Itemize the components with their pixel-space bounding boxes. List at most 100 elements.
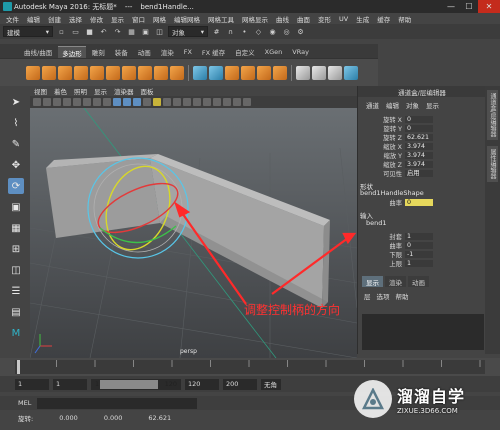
animation-start-field[interactable]: 1	[15, 378, 49, 390]
select-object-icon[interactable]: ▣	[140, 26, 151, 37]
menu-curves[interactable]: 曲线	[276, 14, 289, 24]
open-scene-icon[interactable]: ▭	[70, 26, 81, 37]
perspective-viewport[interactable]: persp	[30, 108, 357, 358]
film-gate-icon[interactable]	[93, 98, 101, 106]
panel-menu-shading[interactable]: 着色	[54, 86, 67, 96]
uv-editor-icon[interactable]	[344, 65, 358, 80]
cb-menu-channels[interactable]: 通道	[366, 100, 379, 110]
menu-surfaces[interactable]: 曲面	[297, 14, 310, 24]
separate-icon[interactable]	[209, 65, 223, 80]
shelf-tab-sculpting[interactable]: 雕刻	[87, 46, 109, 58]
bookmark-icon[interactable]	[43, 98, 51, 106]
textured-icon[interactable]	[143, 98, 151, 106]
backface-icon[interactable]	[233, 98, 241, 106]
ipr-render-icon[interactable]: ◎	[281, 26, 292, 37]
playback-end-field[interactable]: 120	[185, 378, 219, 390]
menu-mesh[interactable]: 网格	[153, 14, 166, 24]
move-tool-icon[interactable]: ✥	[8, 157, 24, 173]
poly-pipe-icon[interactable]	[170, 65, 184, 80]
layer-menu-help[interactable]: 帮助	[396, 291, 409, 301]
minimize-button[interactable]: —	[442, 0, 460, 13]
attr-value[interactable]: 62.621	[405, 133, 433, 141]
shelf-tab-fx-caching[interactable]: FX 缓存	[197, 46, 230, 58]
grid-toggle-icon[interactable]	[83, 98, 91, 106]
panel-menu-lighting[interactable]: 照明	[74, 86, 87, 96]
shape-node-name[interactable]: bend1HandleShape	[360, 189, 424, 197]
layout-two-icon[interactable]: ◫	[8, 262, 24, 278]
side-tab-channel-box[interactable]: 通道盒/层编辑器	[487, 90, 498, 141]
poly-platonic-icon[interactable]	[138, 65, 152, 80]
use-lights-icon[interactable]	[153, 98, 161, 106]
save-scene-icon[interactable]: ■	[84, 26, 95, 37]
selection-mask-dropdown[interactable]: 对象 ▾	[168, 26, 208, 37]
attr-row[interactable]: 缩放 X 3.974	[358, 142, 486, 151]
panel-menu-show[interactable]: 显示	[94, 86, 107, 96]
attr-value[interactable]: 3.974	[405, 142, 433, 150]
quad-draw-icon[interactable]	[328, 65, 342, 80]
poly-pyramid-icon[interactable]	[154, 65, 168, 80]
smooth-shade-icon[interactable]	[123, 98, 131, 106]
poly-cylinder-icon[interactable]	[58, 65, 72, 80]
attr-value[interactable]: 1	[405, 259, 433, 267]
attr-row[interactable]: 曲率 0	[358, 241, 486, 250]
menu-deform[interactable]: 变形	[318, 14, 331, 24]
camera-attrs-icon[interactable]	[33, 98, 41, 106]
animation-end-field[interactable]: 200	[223, 378, 257, 390]
poly-torus-icon[interactable]	[90, 65, 104, 80]
menu-edit[interactable]: 编辑	[27, 14, 40, 24]
shelf-tab-xgen[interactable]: XGen	[260, 46, 287, 58]
layer-tab-display[interactable]: 显示	[362, 276, 383, 287]
layer-list[interactable]	[362, 314, 484, 350]
mel-label[interactable]: MEL	[18, 399, 31, 407]
attr-value[interactable]: 0	[405, 124, 433, 132]
panel-menu-panels[interactable]: 面板	[141, 86, 154, 96]
range-slider-handle[interactable]	[100, 379, 158, 389]
xray-icon[interactable]	[213, 98, 221, 106]
shelf-tab-custom[interactable]: 自定义	[231, 46, 259, 58]
layout-graph-icon[interactable]: ▤	[8, 304, 24, 320]
redo-icon[interactable]: ↷	[112, 26, 123, 37]
anti-alias-icon[interactable]	[193, 98, 201, 106]
shadows-icon[interactable]	[163, 98, 171, 106]
poly-cone-icon[interactable]	[74, 65, 88, 80]
menu-mesh-display[interactable]: 网格显示	[242, 14, 268, 24]
attr-row[interactable]: 可见性 启用	[358, 169, 486, 178]
attr-row[interactable]: 上限 1	[358, 259, 486, 268]
layout-four-icon[interactable]: ⊞	[8, 241, 24, 257]
shelf-tab-vray[interactable]: VRay	[288, 46, 313, 58]
layer-tab-render[interactable]: 渲染	[385, 276, 406, 287]
poly-cube-icon[interactable]	[42, 65, 56, 80]
target-weld-icon[interactable]	[312, 65, 326, 80]
ambient-occlusion-icon[interactable]	[173, 98, 181, 106]
bridge-icon[interactable]	[241, 65, 255, 80]
menu-select[interactable]: 选择	[69, 14, 82, 24]
menu-help[interactable]: 帮助	[398, 14, 411, 24]
grease-pencil-icon[interactable]	[73, 98, 81, 106]
xray-joints-icon[interactable]	[223, 98, 231, 106]
attr-row[interactable]: 下限 -1	[358, 250, 486, 259]
snap-point-icon[interactable]: •	[239, 26, 250, 37]
menu-create[interactable]: 创建	[48, 14, 61, 24]
smooth-icon[interactable]	[273, 65, 287, 80]
render-settings-icon[interactable]: ⚙	[295, 26, 306, 37]
select-tool-icon[interactable]: ➤	[8, 94, 24, 110]
shelf-tab-rigging[interactable]: 装备	[110, 46, 132, 58]
menu-uv[interactable]: UV	[339, 15, 348, 23]
cb-menu-object[interactable]: 对象	[406, 100, 419, 110]
multi-cut-icon[interactable]	[296, 65, 310, 80]
playback-start-field[interactable]: 1	[53, 378, 87, 390]
layer-menu-layers[interactable]: 层	[364, 291, 371, 301]
two-d-pan-icon[interactable]	[63, 98, 71, 106]
menu-mesh-tools[interactable]: 网格工具	[208, 14, 234, 24]
shelf-tab-polygons[interactable]: 多边形	[58, 46, 86, 58]
attr-row[interactable]: 缩放 Z 3.974	[358, 160, 486, 169]
scale-tool-icon[interactable]: ▣	[8, 199, 24, 215]
cb-menu-show[interactable]: 显示	[426, 100, 439, 110]
combine-icon[interactable]	[193, 65, 207, 80]
image-plane-icon[interactable]	[53, 98, 61, 106]
select-component-icon[interactable]: ◫	[154, 26, 165, 37]
bevel-icon[interactable]	[257, 65, 271, 80]
new-scene-icon[interactable]: ▫	[56, 26, 67, 37]
layer-tab-anim[interactable]: 动画	[408, 276, 429, 287]
menu-windows[interactable]: 窗口	[132, 14, 145, 24]
